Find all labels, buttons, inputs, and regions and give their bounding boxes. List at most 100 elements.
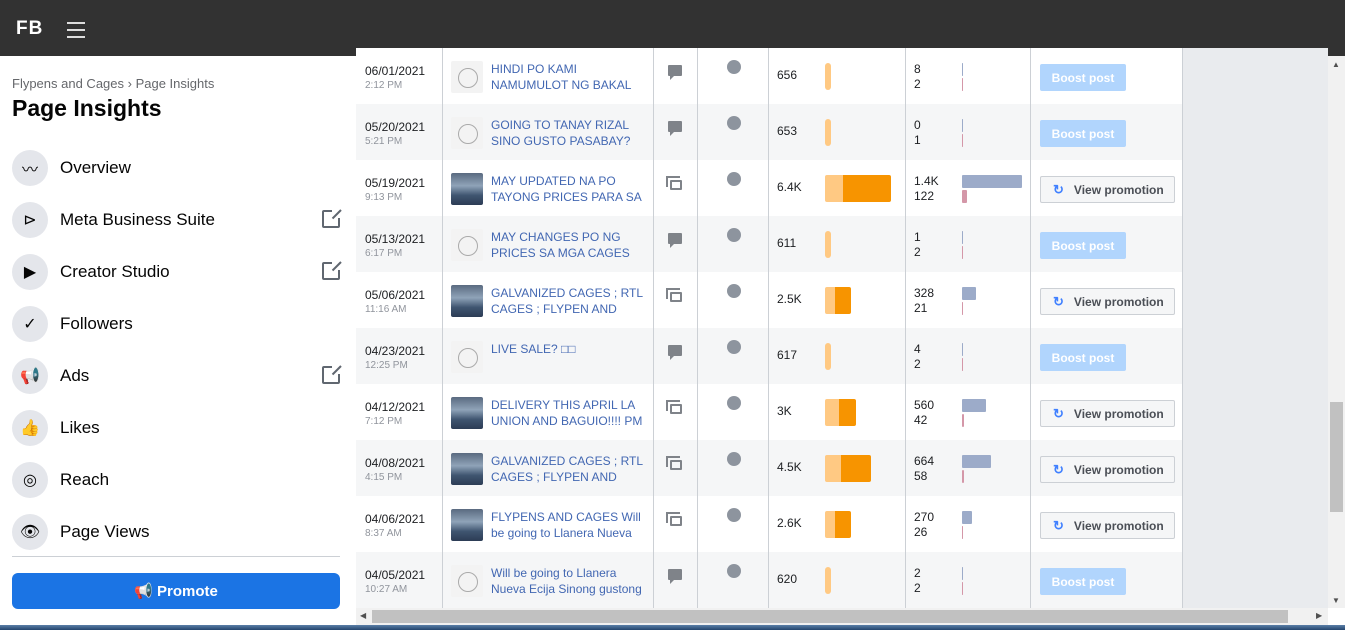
- boost-post-button[interactable]: Boost post: [1040, 568, 1126, 595]
- hamburger-menu-icon[interactable]: [67, 22, 85, 43]
- organic-reach-bar: [825, 175, 843, 202]
- globe-icon: [727, 172, 741, 186]
- sidebar-item-followers[interactable]: ✓ Followers: [12, 298, 342, 350]
- post-cell[interactable]: FLYPENS AND CAGES Will be going to Llane…: [443, 496, 654, 552]
- engagement-value: 8: [914, 62, 921, 76]
- post-message-link[interactable]: MAY UPDATED NA PO TAYONG PRICES PARA SA: [491, 173, 651, 205]
- view-promotion-button[interactable]: ↻ View promotion: [1040, 400, 1175, 427]
- post-cell[interactable]: GALVANIZED CAGES ; RTL CAGES ; FLYPEN AN…: [443, 440, 654, 496]
- sidebar-item-label: Reach: [60, 470, 110, 489]
- boost-post-button[interactable]: Boost post: [1040, 232, 1126, 259]
- post-cell[interactable]: GOING TO TANAY RIZAL SINO GUSTO PASABAY?: [443, 104, 654, 160]
- post-cell[interactable]: HINDI PO KAMI NAMUMULOT NG BAKAL: [443, 48, 654, 104]
- logo[interactable]: FB: [16, 18, 43, 40]
- post-message-link[interactable]: LIVE SALE? □□: [491, 341, 651, 357]
- post-time: 4:15 PM: [365, 472, 403, 483]
- breadcrumb[interactable]: Flypens and Cages › Page Insights: [12, 76, 214, 91]
- post-cell[interactable]: LIVE SALE? □□: [443, 328, 654, 384]
- post-date: 05/06/2021: [365, 288, 426, 302]
- sidebar-item-creator-studio[interactable]: ▶ Creator Studio: [12, 246, 342, 298]
- post-cell[interactable]: DELIVERY THIS APRIL LA UNION AND BAGUIO!…: [443, 384, 654, 440]
- view-promotion-button[interactable]: ↻ View promotion: [1040, 176, 1175, 203]
- scroll-thumb[interactable]: [1330, 402, 1343, 512]
- post-time: 10:27 AM: [365, 584, 408, 595]
- post-message-link[interactable]: GALVANIZED CAGES ; RTL CAGES ; FLYPEN AN…: [491, 453, 651, 485]
- scroll-right-icon[interactable]: ▶: [1316, 611, 1322, 620]
- reach-cell: 611: [769, 216, 906, 272]
- engagement-value-2: 2: [914, 77, 921, 91]
- post-cell[interactable]: GALVANIZED CAGES ; RTL CAGES ; FLYPEN AN…: [443, 272, 654, 328]
- status-icon: [668, 233, 682, 248]
- post-message-link[interactable]: HINDI PO KAMI NAMUMULOT NG BAKAL: [491, 61, 651, 93]
- post-thumbnail[interactable]: [451, 397, 483, 429]
- table-row: 06/01/2021 2:12 PM HINDI PO KAMI NAMUMULO…: [356, 48, 1183, 104]
- post-thumbnail[interactable]: [451, 453, 483, 485]
- engagement-value-2: 42: [914, 413, 928, 427]
- post-thumbnail[interactable]: [451, 229, 483, 261]
- post-cell[interactable]: MAY CHANGES PO NG PRICES SA MGA CAGES: [443, 216, 654, 272]
- post-message-link[interactable]: GALVANIZED CAGES ; RTL CAGES ; FLYPEN AN…: [491, 285, 651, 317]
- boost-post-button[interactable]: Boost post: [1040, 120, 1126, 147]
- post-cell[interactable]: Will be going to Llanera Nueva Ecija Sin…: [443, 552, 654, 608]
- reach-value: 617: [777, 348, 798, 362]
- post-message-link[interactable]: MAY CHANGES PO NG PRICES SA MGA CAGES: [491, 229, 651, 261]
- sidebar-item-page-views[interactable]: 👁 Page Views: [12, 506, 342, 558]
- sidebar-nav: 〰 Overview ⊳ Meta Business Suite ▶ Creator St…: [12, 142, 342, 558]
- post-thumbnail[interactable]: [451, 565, 483, 597]
- sidebar-item-ads[interactable]: 📢 Ads: [12, 350, 342, 402]
- engagement-value: 4: [914, 342, 921, 356]
- promote-label: Promote: [157, 583, 218, 600]
- post-message-link[interactable]: GOING TO TANAY RIZAL SINO GUSTO PASABAY?: [491, 117, 651, 149]
- post-thumbnail[interactable]: [451, 341, 483, 373]
- post-thumbnail[interactable]: [451, 117, 483, 149]
- post-cell[interactable]: MAY UPDATED NA PO TAYONG PRICES PARA SA: [443, 160, 654, 216]
- organic-reach-bar: [825, 119, 831, 146]
- post-date: 04/05/2021: [365, 568, 426, 582]
- engagement-value-2: 122: [914, 189, 935, 203]
- sidebar-item-label: Followers: [60, 314, 133, 333]
- scroll-left-icon[interactable]: ◀: [360, 611, 366, 620]
- post-time: 5:21 PM: [365, 136, 403, 147]
- post-thumbnail[interactable]: [451, 285, 483, 317]
- view-promotion-button[interactable]: ↻ View promotion: [1040, 512, 1175, 539]
- post-thumbnail[interactable]: [451, 173, 483, 205]
- view-promotion-button[interactable]: ↻ View promotion: [1040, 456, 1175, 483]
- scroll-up-icon[interactable]: ▲: [1332, 60, 1340, 69]
- view-promotion-label: View promotion: [1073, 182, 1164, 197]
- broadcast-icon: ◎: [12, 462, 48, 498]
- post-thumbnail[interactable]: [451, 509, 483, 541]
- post-thumbnail[interactable]: [451, 61, 483, 93]
- vertical-scrollbar[interactable]: ▲ ▼: [1328, 56, 1345, 608]
- table-row: 04/08/2021 4:15 PM GALVANIZED CAGES ; RTL…: [356, 440, 1183, 496]
- status-icon: [668, 121, 682, 136]
- chart-line-icon: 〰: [12, 150, 48, 186]
- megaphone-icon: 📢: [134, 583, 157, 600]
- sidebar-item-meta-business-suite[interactable]: ⊳ Meta Business Suite: [12, 194, 342, 246]
- engagement-bar-2: [962, 78, 963, 91]
- view-promotion-button[interactable]: ↻ View promotion: [1040, 288, 1175, 315]
- refresh-icon: ↻: [1053, 293, 1064, 309]
- engagement-bar: [962, 119, 963, 132]
- engagement-value: 0: [914, 118, 921, 132]
- reach-cell: 2.6K: [769, 496, 906, 552]
- post-message-link[interactable]: DELIVERY THIS APRIL LA UNION AND BAGUIO!…: [491, 397, 651, 429]
- sidebar-item-reach[interactable]: ◎ Reach: [12, 454, 342, 506]
- promote-button[interactable]: 📢 Promote: [12, 573, 340, 609]
- post-message-link[interactable]: FLYPENS AND CAGES Will be going to Llane…: [491, 509, 651, 541]
- sidebar-item-likes[interactable]: 👍 Likes: [12, 402, 342, 454]
- taskbar: [0, 625, 1345, 630]
- engagement-bar: [962, 567, 963, 580]
- sidebar-item-overview[interactable]: 〰 Overview: [12, 142, 342, 194]
- external-link-icon: [322, 208, 342, 228]
- paid-reach-bar: [834, 287, 851, 314]
- horizontal-scrollbar[interactable]: ◀ ▶: [356, 608, 1328, 625]
- engagement-bar: [962, 287, 976, 300]
- check-calendar-icon: ✓: [12, 306, 48, 342]
- post-message-link[interactable]: Will be going to Llanera Nueva Ecija Sin…: [491, 565, 651, 597]
- boost-post-button[interactable]: Boost post: [1040, 64, 1126, 91]
- post-time: 11:16 AM: [365, 304, 407, 315]
- scroll-down-icon[interactable]: ▼: [1332, 596, 1340, 605]
- scroll-thumb[interactable]: [372, 610, 1288, 623]
- boost-post-button[interactable]: Boost post: [1040, 344, 1126, 371]
- organic-reach-bar: [825, 287, 835, 314]
